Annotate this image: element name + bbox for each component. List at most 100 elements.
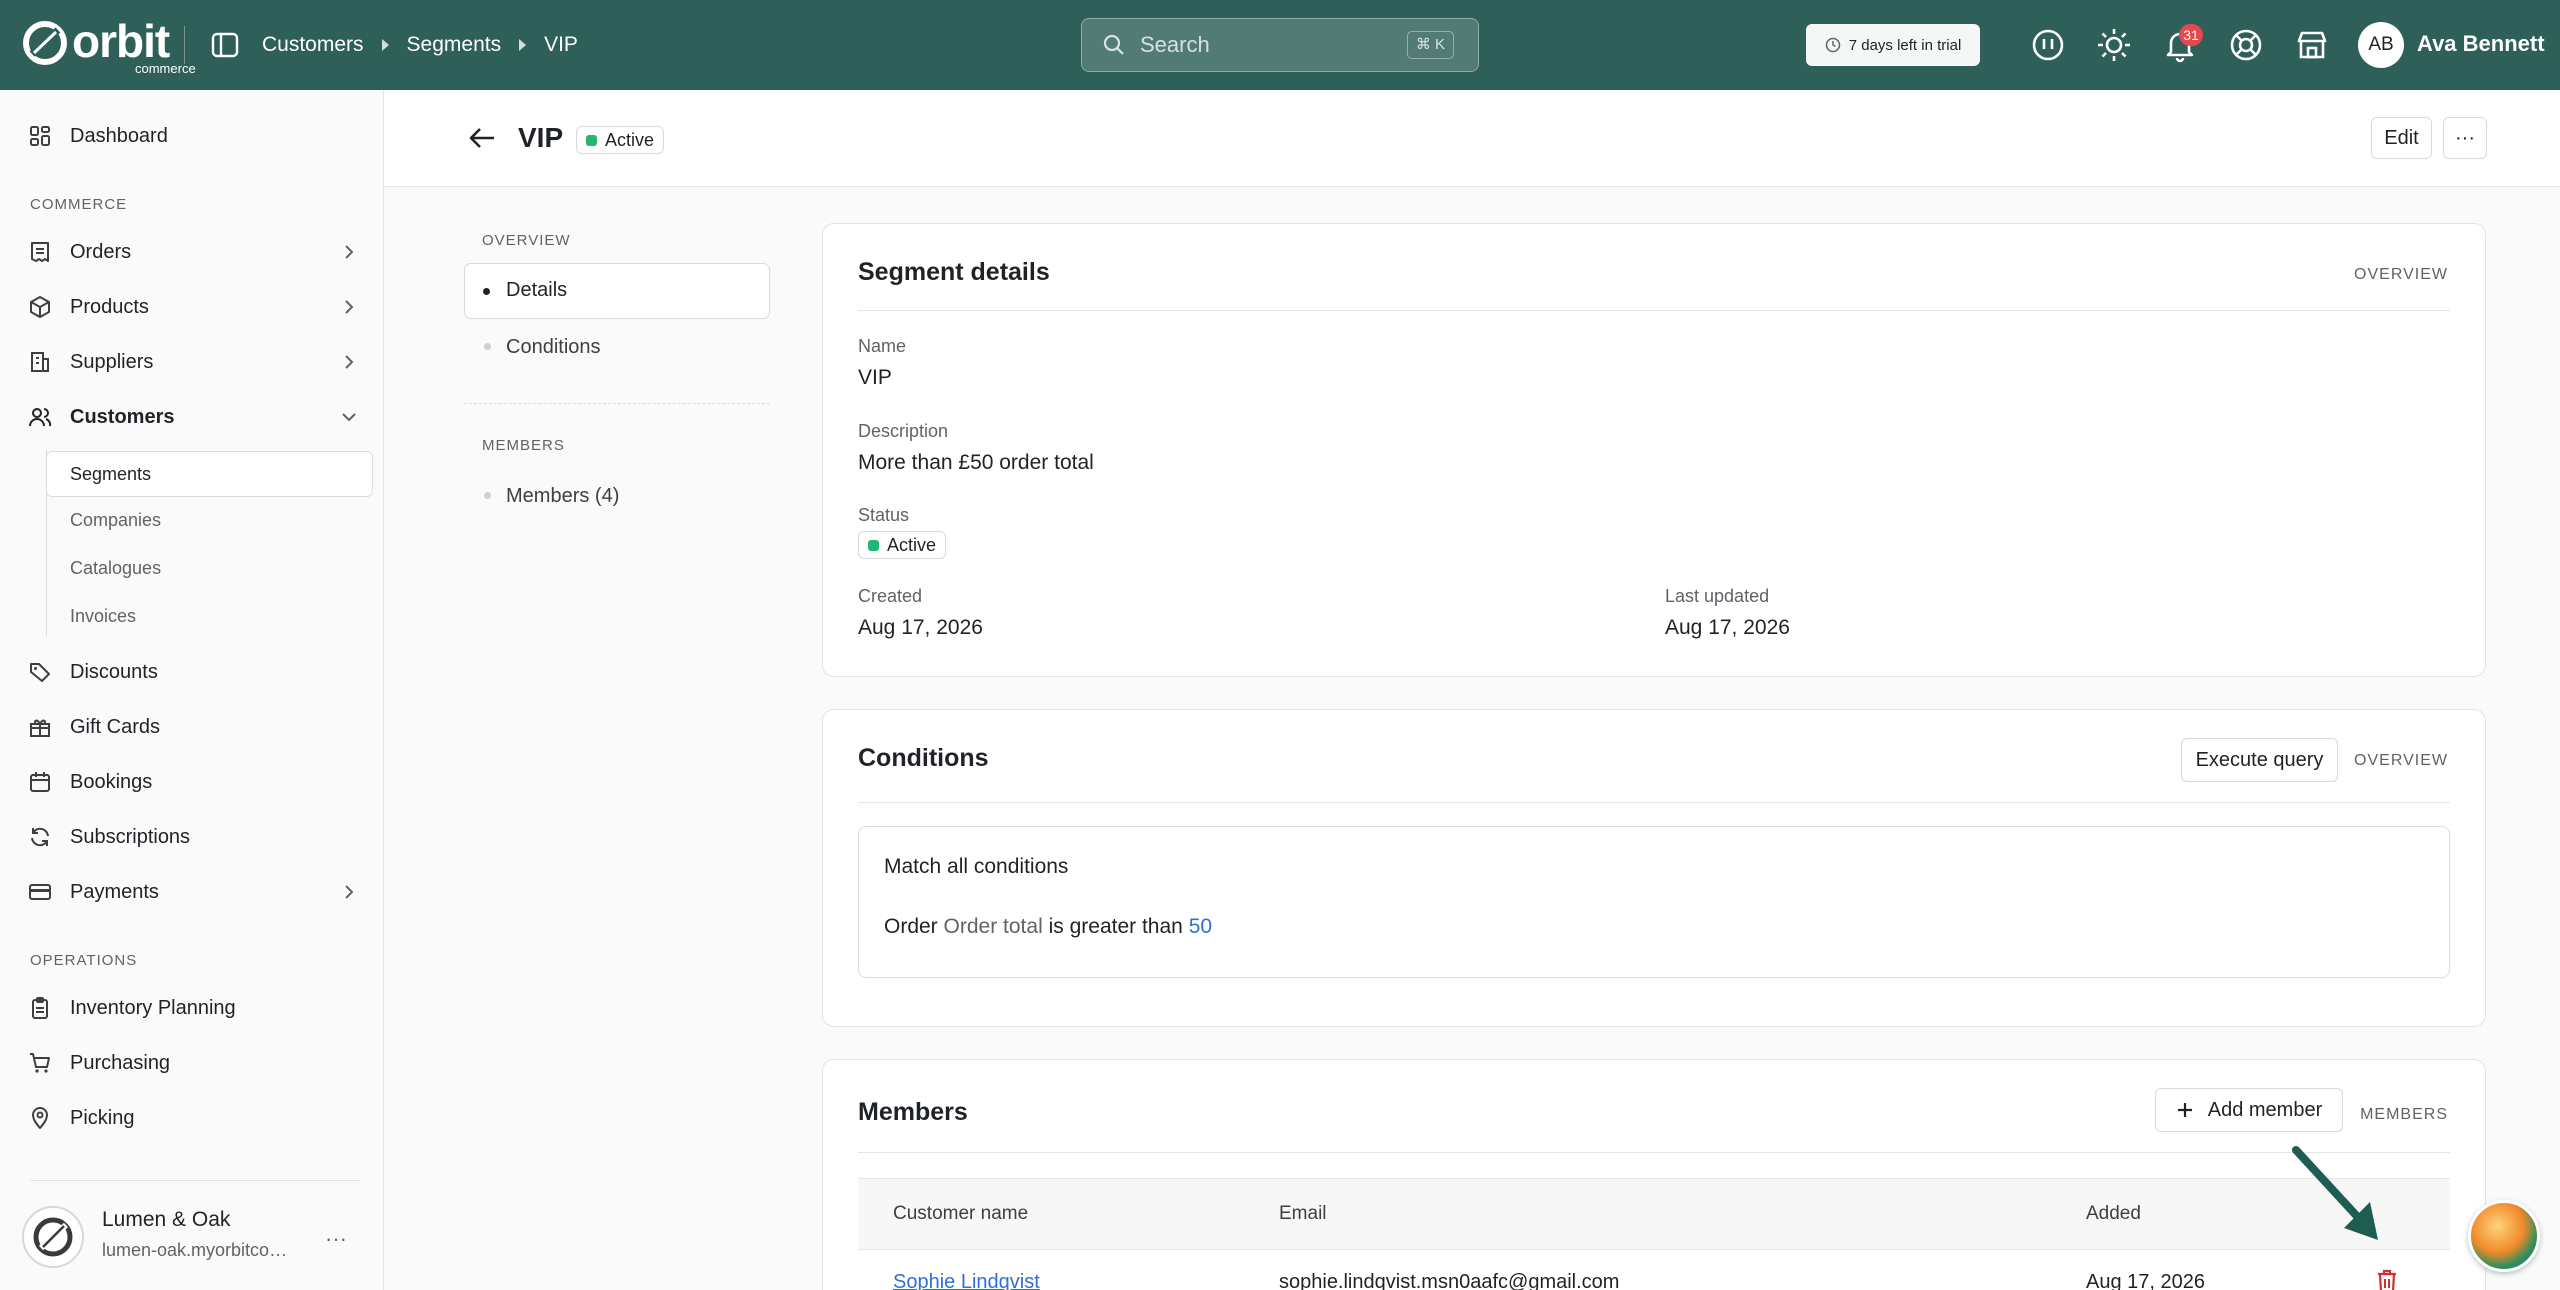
card-divider [858,802,2450,803]
page-header [384,90,2560,187]
card-divider [858,310,2450,311]
chevron-right-icon [345,245,354,259]
box-icon [30,296,50,318]
chevron-down-icon [342,413,356,422]
member-name-link[interactable]: Sophie Lindqvist [893,1271,1040,1290]
sidebar-label: Bookings [70,770,153,793]
sidebar-item-gift-cards[interactable]: Gift Cards [28,707,358,747]
sidebar-toggle-icon[interactable] [210,30,240,60]
map-pin-icon [32,1107,48,1129]
sidebar-sublabel: Segments [70,464,152,484]
sidebar-item-suppliers[interactable]: Suppliers [28,342,358,382]
column-header-name[interactable]: Customer name [893,1203,1028,1225]
sidebar-item-purchasing[interactable]: Purchasing [28,1043,358,1083]
sidebar-item-subscriptions[interactable]: Subscriptions [28,817,358,857]
breadcrumb-customers[interactable]: Customers [262,33,364,57]
breadcrumb-segments[interactable]: Segments [407,33,502,57]
sidebar-label: Purchasing [70,1051,171,1074]
status-badge: Active [858,531,947,559]
more-actions-button[interactable]: ··· [2443,117,2487,159]
column-header-email[interactable]: Email [1279,1203,1327,1225]
status-badge: Active [576,126,665,154]
tag-icon [30,663,50,682]
section-label-operations: OPERATIONS [30,952,138,969]
sidebar-label: Products [70,295,149,318]
search-input[interactable] [1140,32,1390,58]
section-nav-details[interactable]: Details [464,263,770,319]
section-nav-members[interactable]: Members (4) [506,485,619,508]
calendar-icon [30,772,50,792]
bullet [484,492,491,499]
sidebar-label: Customers [70,405,175,428]
assistant-avatar[interactable] [2468,1200,2540,1272]
status-label: Active [605,129,655,150]
match-mode-label: Match all conditions [884,855,1069,878]
sidebar-label: Dashboard [70,124,168,147]
bullet [484,343,491,350]
add-member-button[interactable]: Add member [2155,1088,2343,1132]
feedback-icon[interactable] [2030,27,2066,63]
theme-sun-icon[interactable] [2096,27,2132,63]
store-url: lumen-oak.myorbitcommerce.com [102,1240,302,1260]
receipt-icon [31,242,49,262]
trial-label: 7 days left in trial [1848,36,1962,54]
member-email: sophie.lindqvist.msn0aafc@gmail.com [1279,1271,1620,1290]
sidebar-label: Gift Cards [70,715,161,738]
sidebar-subitem-invoices[interactable]: Invoices [70,606,136,627]
orbit-logo[interactable]: orbit commerce [22,18,196,76]
section-nav-overview-label: OVERVIEW [482,232,571,249]
sidebar-subitem-catalogues[interactable]: Catalogues [70,558,161,579]
card-title: Segment details [858,258,1050,286]
status-dot [586,134,597,146]
trash-icon[interactable] [2376,1268,2398,1290]
segment-details-card: Segment details OVERVIEW Name VIP Descri… [822,223,2486,677]
refresh-icon [31,827,49,847]
member-added-date: Aug 17, 2026 [2086,1271,2205,1290]
column-header-added[interactable]: Added [2086,1203,2141,1225]
sidebar-item-dashboard[interactable]: Dashboard [28,116,358,156]
execute-query-button[interactable]: Execute query [2181,738,2338,782]
store-menu-button[interactable]: ··· [325,1226,347,1252]
sidebar-subitem-segments[interactable]: Segments [46,451,373,497]
condition-rule: Order Order total is greater than 50 [884,915,1212,939]
sidebar-item-customers[interactable]: Customers [28,397,358,437]
help-lifebuoy-icon[interactable] [2228,27,2264,63]
description-label: Description [858,421,949,441]
sidebar-item-payments[interactable]: Payments [28,872,358,912]
user-avatar[interactable]: AB [2358,22,2404,68]
created-value: Aug 17, 2026 [858,616,983,639]
active-bullet [483,288,490,295]
edit-button[interactable]: Edit [2371,117,2432,159]
card-tag: OVERVIEW [2354,266,2448,283]
condition-group: Match all conditions Order Order total i… [858,826,2450,978]
chevron-right-icon [345,885,354,899]
breadcrumb-separator-icon [519,39,527,51]
breadcrumb-separator-icon [381,39,389,51]
sidebar-item-products[interactable]: Products [28,287,358,327]
rule-value: 50 [1188,915,1213,938]
sidebar-item-orders[interactable]: Orders [28,232,358,272]
sidebar-item-bookings[interactable]: Bookings [28,762,358,802]
search-shortcut: ⌘ K [1406,31,1454,59]
conditions-card: Conditions Execute query OVERVIEW Match … [822,709,2486,1027]
cart-icon [30,1053,50,1073]
sidebar-label: Orders [70,240,132,263]
user-name[interactable]: Ava Bennett [2417,31,2545,57]
store-logo[interactable] [22,1206,84,1268]
global-search[interactable]: ⌘ K [1081,18,1479,72]
sidebar-item-discounts[interactable]: Discounts [28,652,358,692]
trial-badge[interactable]: 7 days left in trial [1806,24,1980,66]
rule-field: Order total [943,915,1043,938]
sidebar-subitem-companies[interactable]: Companies [70,510,161,531]
sidebar-item-inventory-planning[interactable]: Inventory Planning [28,988,358,1028]
back-arrow-icon[interactable] [468,126,496,150]
created-label: Created [858,586,923,606]
breadcrumb-current: VIP [544,33,578,56]
building-icon [31,352,49,372]
store-icon[interactable] [2294,27,2330,63]
brand-subtitle: commerce [135,61,196,76]
members-table-header: Customer name Email Added [858,1178,2450,1250]
sidebar-item-picking[interactable]: Picking [28,1098,358,1138]
orbit-mark-icon [23,21,67,65]
section-nav-conditions[interactable]: Conditions [506,336,601,359]
